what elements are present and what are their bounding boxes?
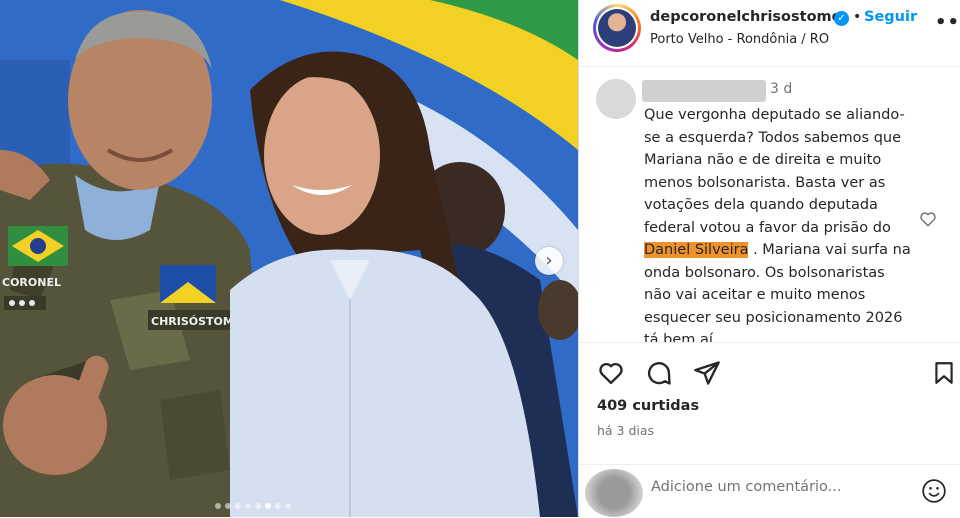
- post-location[interactable]: Porto Velho - Rondônia / RO: [650, 32, 829, 47]
- carousel-dots: [215, 503, 291, 509]
- post-date: há 3 dias: [597, 423, 655, 438]
- comment-icon[interactable]: [645, 359, 673, 391]
- carousel-dot: [225, 503, 231, 509]
- carousel-dot: [285, 503, 291, 509]
- add-comment-bar: [579, 464, 960, 518]
- post-photo: CHRISÓSTOMO CORONEL ›: [0, 0, 578, 517]
- comment-time[interactable]: 3 d: [770, 81, 792, 97]
- comment-like-icon[interactable]: [919, 210, 937, 233]
- current-user-avatar: [585, 469, 643, 517]
- like-icon[interactable]: [597, 359, 625, 391]
- photo-illustration: CHRISÓSTOMO CORONEL: [0, 0, 578, 517]
- verified-badge-icon: ✓: [834, 11, 849, 26]
- post-actions: [579, 342, 960, 403]
- rank-patch-text: CORONEL: [2, 276, 61, 289]
- post-header: depcoronelchrisostomo ✓ • Seguir Porto V…: [579, 0, 960, 67]
- post-side-panel: depcoronelchrisostomo ✓ • Seguir Porto V…: [578, 0, 960, 517]
- carousel-dot: [235, 503, 241, 509]
- header-separator: •: [853, 9, 862, 25]
- next-photo-button[interactable]: ›: [535, 247, 563, 275]
- commenter-avatar[interactable]: [596, 79, 636, 119]
- carousel-dot: [215, 503, 221, 509]
- follow-button[interactable]: Seguir: [864, 9, 917, 25]
- save-bookmark-icon[interactable]: [931, 359, 957, 391]
- author-username[interactable]: depcoronelchrisostomo: [650, 9, 842, 25]
- comment-text: Que vergonha deputado se aliando-se a es…: [644, 104, 914, 342]
- comments-section: 3 d Que vergonha deputado se aliando-se …: [579, 67, 960, 342]
- emoji-icon[interactable]: [921, 478, 947, 508]
- carousel-dot: [255, 503, 261, 509]
- share-icon[interactable]: [693, 359, 721, 391]
- likes-count[interactable]: 409 curtidas: [597, 398, 699, 414]
- carousel-dot: [245, 503, 251, 509]
- more-options-button[interactable]: •••: [935, 12, 960, 33]
- author-avatar[interactable]: [593, 4, 641, 52]
- commenter-name-redacted: [642, 80, 766, 102]
- comment-input[interactable]: [651, 479, 901, 495]
- name-patch-text: CHRISÓSTOMO: [151, 315, 243, 328]
- comment-text-before: Que vergonha deputado se aliando-se a es…: [644, 107, 905, 236]
- comment-highlight: Daniel Silveira: [644, 242, 749, 258]
- carousel-dot-active: [265, 503, 271, 509]
- carousel-dot: [275, 503, 281, 509]
